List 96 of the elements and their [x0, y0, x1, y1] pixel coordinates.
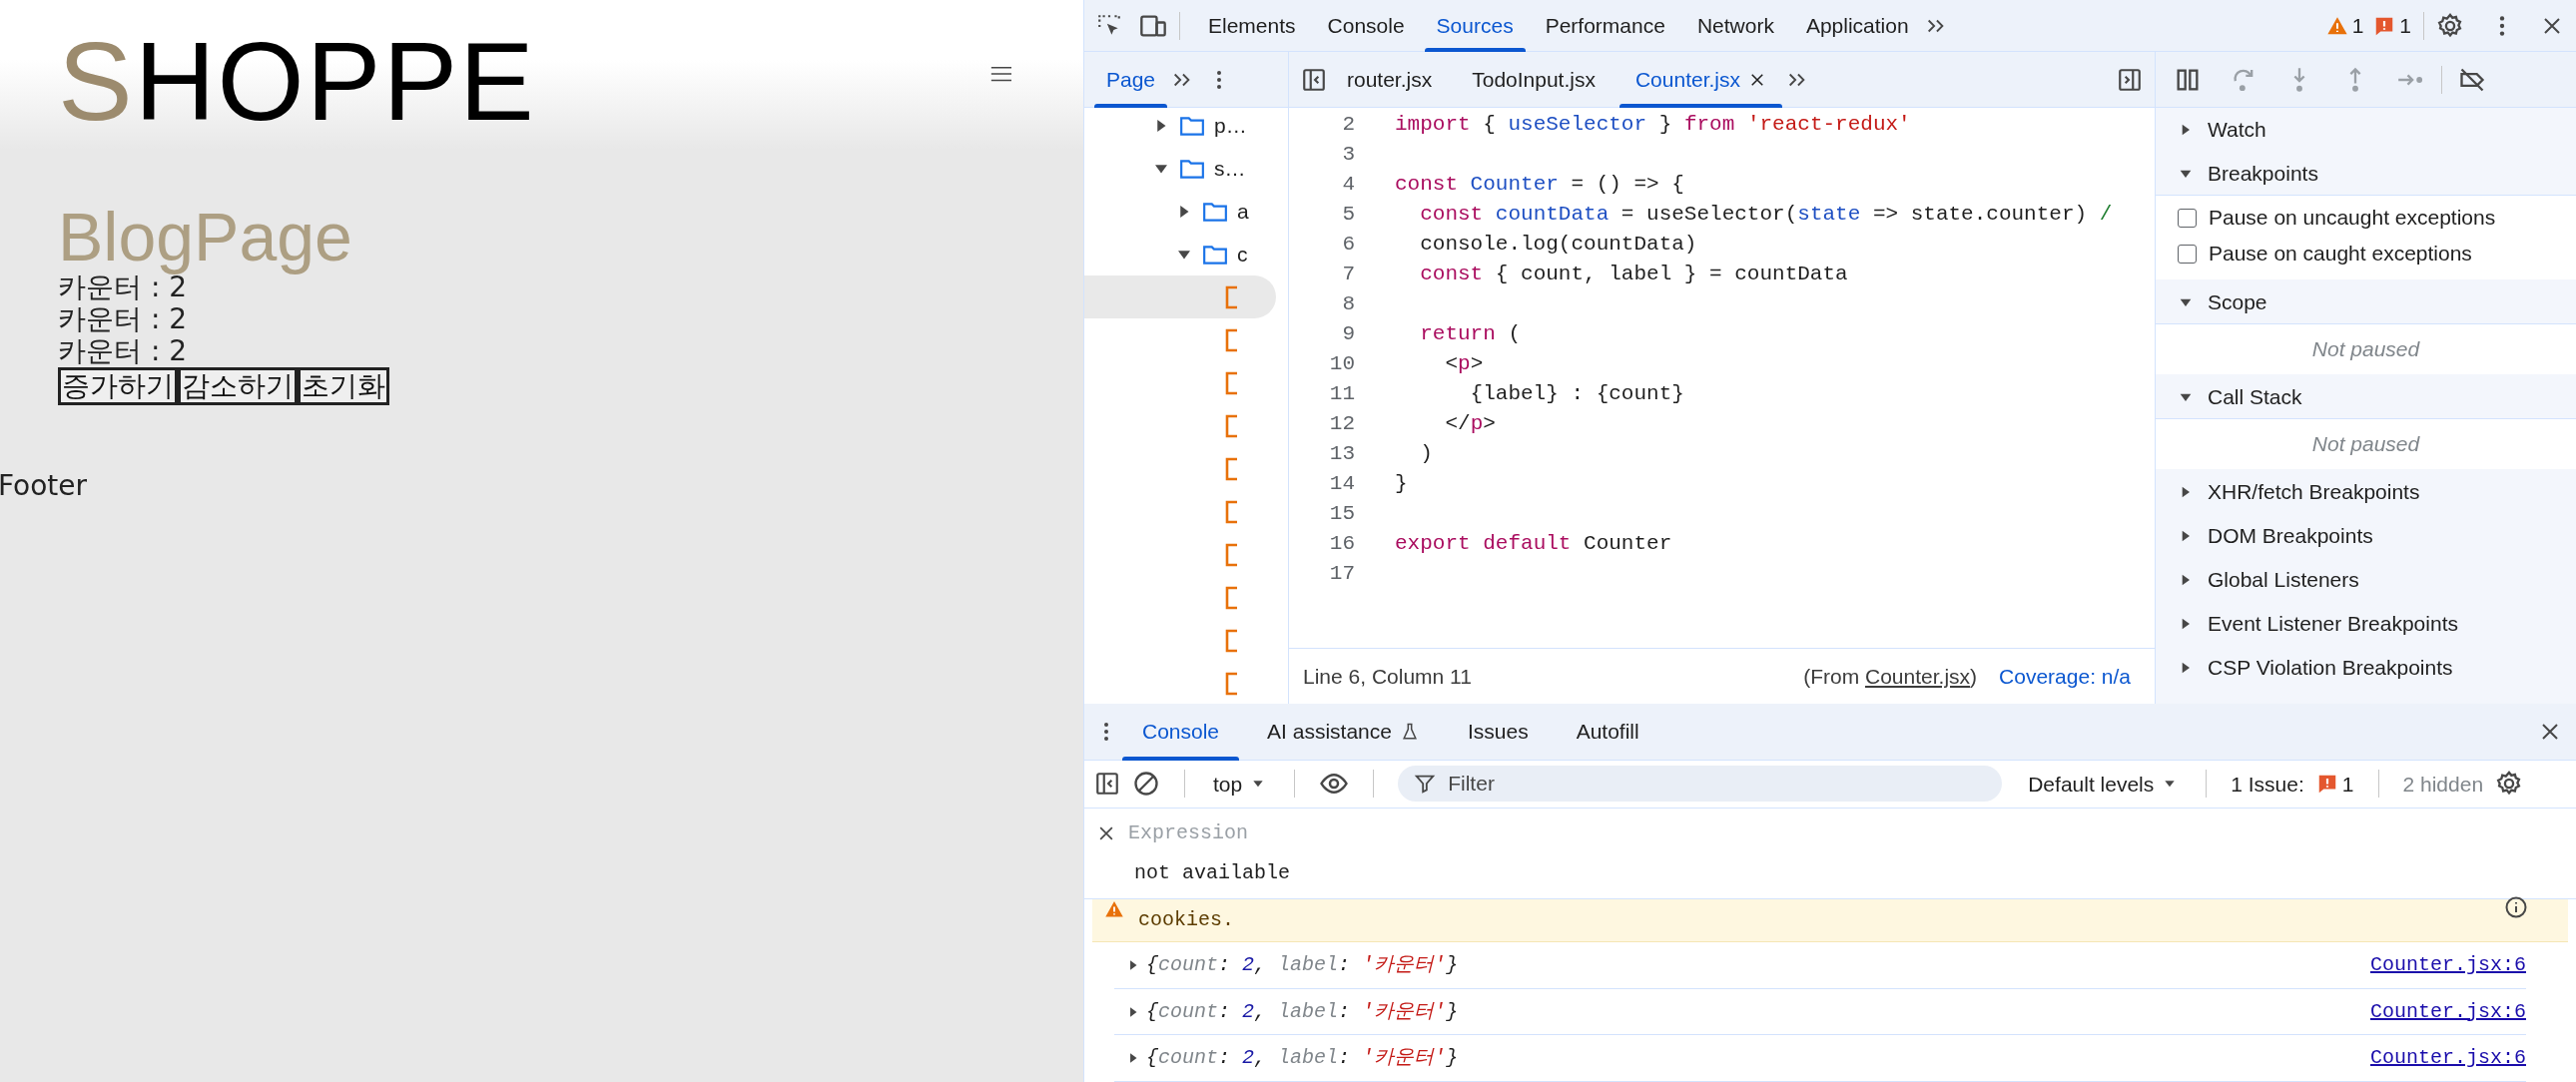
toggle-navigator-icon[interactable]: [1301, 66, 1327, 93]
section-header[interactable]: Breakpoints: [2208, 157, 2318, 190]
panel-tab[interactable]: Network: [1680, 0, 1790, 52]
folder-name: a: [1237, 198, 1249, 225]
code-line: const Counter = () => {: [1395, 172, 1684, 198]
warning-message: cookies.: [1138, 907, 1234, 934]
line-number: 11: [1328, 381, 1355, 407]
code-line: const countData = useSelector(state => state.counter) /: [1419, 202, 2113, 228]
line-number: 13: [1328, 441, 1355, 467]
line-number: 3: [1341, 142, 1355, 168]
footer-text: Footer: [0, 468, 89, 504]
folder-name: s…: [1214, 155, 1246, 182]
error-count: 1: [2399, 12, 2411, 39]
section-header[interactable]: CSP Violation Breakpoints: [2208, 652, 2453, 684]
folder-name: p…: [1214, 112, 1247, 139]
section-header[interactable]: Watch: [2208, 114, 2266, 146]
section-header[interactable]: Call Stack: [2208, 380, 2302, 413]
checkbox[interactable]: [2178, 208, 2197, 228]
panel-tab[interactable]: Elements: [1192, 0, 1312, 52]
line-number: 14: [1328, 471, 1355, 497]
levels-dropdown[interactable]: Default levels: [2024, 768, 2183, 800]
info-icon[interactable]: [2504, 895, 2528, 920]
expression-result: not available: [1134, 859, 1291, 886]
file-tab[interactable]: Counter.jsx: [1614, 51, 1786, 108]
line-number: 16: [1328, 531, 1355, 557]
line-number: 15: [1328, 501, 1355, 527]
expression-field[interactable]: Expression: [1128, 817, 1428, 848]
section-header[interactable]: Scope: [2208, 285, 2267, 318]
cursor-position: Line 6, Column 11: [1303, 663, 1472, 690]
folder-name: c: [1237, 241, 1248, 268]
line-number: 6: [1341, 232, 1355, 258]
log-message: {count: 2, label: '카운터'}: [1146, 998, 1459, 1025]
warning-count: 1: [2351, 12, 2364, 39]
empty-message: Not paused: [2310, 336, 2421, 363]
code-line: ): [1419, 441, 1433, 467]
line-number: 8: [1341, 291, 1355, 317]
code-line: <p>: [1444, 351, 1484, 377]
drawer-tab[interactable]: Issues: [1443, 704, 1553, 761]
code-line: }: [1395, 471, 1408, 497]
page-button[interactable]: 증가하기: [58, 367, 178, 405]
panel-tab[interactable]: Performance: [1529, 0, 1681, 52]
drawer-tab[interactable]: Autofill: [1552, 704, 1663, 761]
toggle-debugger-icon[interactable]: [2117, 66, 2143, 93]
checkbox-label: Pause on uncaught exceptions: [2209, 205, 2496, 232]
section-header[interactable]: Global Listeners: [2208, 564, 2359, 596]
context-dropdown[interactable]: top: [1209, 768, 1271, 800]
code-line: return (: [1419, 321, 1522, 347]
code-line: const { count, label } = countData: [1419, 262, 1848, 287]
logo[interactable]: SHOPPE: [58, 26, 536, 138]
source-link[interactable]: Counter.jsx:6: [2369, 1043, 2526, 1074]
line-number: 2: [1341, 112, 1355, 138]
line-number: 7: [1341, 262, 1355, 287]
source-link[interactable]: Counter.jsx: [1865, 664, 1971, 688]
drawer-tab[interactable]: Console: [1118, 704, 1244, 761]
log-message: {count: 2, label: '카운터'}: [1146, 952, 1459, 979]
section-header[interactable]: Event Listener Breakpoints: [2208, 608, 2458, 640]
settings-icon[interactable]: [2436, 11, 2464, 40]
log-message: {count: 2, label: '카운터'}: [1146, 1045, 1459, 1072]
filter-field[interactable]: Filter: [1398, 766, 2003, 803]
file-tab[interactable]: TodoInput.jsx: [1452, 51, 1615, 108]
line-number: 4: [1341, 172, 1355, 198]
panel-tab[interactable]: Console: [1311, 0, 1421, 52]
panel-tab[interactable]: Sources: [1420, 0, 1530, 52]
code-line: </p>: [1444, 411, 1496, 437]
drawer-tab[interactable]: AI assistance: [1243, 704, 1444, 761]
counter-text: 카운터 : 2: [58, 303, 189, 335]
file-tab[interactable]: router.jsx: [1327, 51, 1453, 108]
line-number: 10: [1328, 351, 1355, 377]
source-mapped-from: (From Counter.jsx): [1803, 663, 1978, 690]
source-link[interactable]: Counter.jsx:6: [2369, 950, 2526, 981]
code-line: console.log(countData): [1419, 232, 1697, 258]
code-line: export default Counter: [1395, 531, 1672, 557]
issues-label: 1 Issue:: [2231, 771, 2304, 798]
issues-count: 1: [2341, 771, 2354, 798]
line-number: 12: [1328, 411, 1355, 437]
code-line: {label} : {count}: [1469, 381, 1684, 407]
clear-console-icon[interactable]: [1132, 770, 1160, 799]
code-line: import { useSelector } from 'react-redux': [1395, 112, 1911, 138]
toggle-sidebar-icon[interactable]: [1094, 771, 1120, 798]
line-number: 5: [1341, 202, 1355, 228]
coverage-link[interactable]: Coverage: n/a: [1999, 660, 2131, 693]
checkbox-label: Pause on caught exceptions: [2209, 241, 2472, 268]
section-header[interactable]: DOM Breakpoints: [2208, 520, 2373, 552]
empty-message: Not paused: [2310, 431, 2421, 458]
panel-tab[interactable]: Application: [1789, 0, 1925, 52]
counter-text: 카운터 : 2: [58, 335, 189, 367]
warning-icon: [1104, 899, 1124, 920]
page-button[interactable]: 감소하기: [178, 367, 298, 405]
hidden-count: 2 hidden: [2402, 771, 2484, 798]
section-header[interactable]: XHR/fetch Breakpoints: [2208, 476, 2420, 508]
source-link[interactable]: Counter.jsx:6: [2369, 996, 2526, 1027]
page-button[interactable]: 초기화: [298, 367, 389, 405]
line-number: 9: [1341, 321, 1355, 347]
filter-icon: [1414, 773, 1437, 796]
checkbox[interactable]: [2178, 244, 2197, 264]
line-number: 17: [1328, 561, 1355, 587]
